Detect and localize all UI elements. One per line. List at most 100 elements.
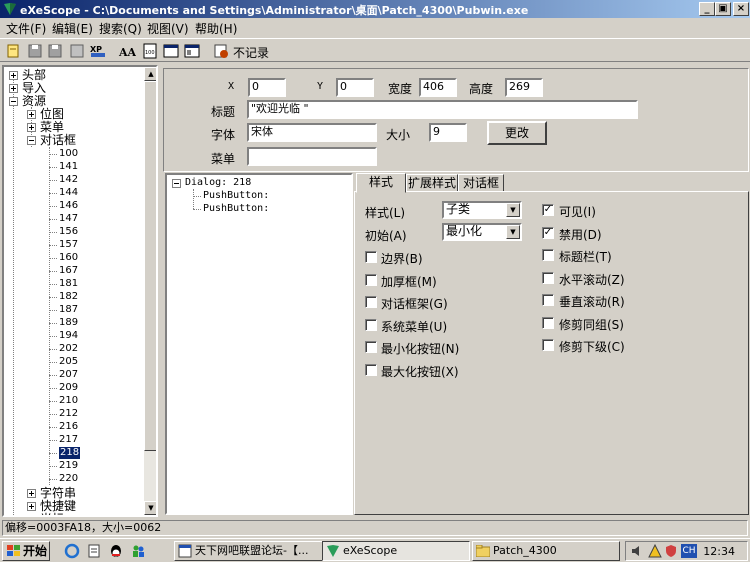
dialog-id-item[interactable]: 212 — [59, 408, 78, 420]
scroll-thumb[interactable] — [144, 81, 156, 451]
binary-icon[interactable]: 100 — [141, 42, 159, 60]
font-input[interactable]: 宋体 — [247, 123, 377, 142]
dialog-id-item[interactable]: 167 — [59, 265, 78, 277]
task-exescope[interactable]: eXeScope — [322, 541, 470, 561]
style-checkbox-label[interactable]: 对话框架(G) — [381, 295, 448, 312]
dialog-id-item[interactable]: 194 — [59, 330, 78, 342]
menu-search[interactable]: 搜索(Q) — [99, 20, 142, 37]
y-input[interactable]: 0 — [336, 78, 374, 97]
menu-file[interactable]: 文件(F) — [6, 20, 46, 37]
dialog-id-item[interactable]: 209 — [59, 382, 78, 394]
open-file-icon[interactable] — [4, 42, 22, 60]
size-input[interactable]: 9 — [429, 123, 467, 142]
style-checkbox[interactable] — [542, 316, 554, 329]
dialog-root-node[interactable]: Dialog: 218 — [185, 177, 251, 188]
task-patch-folder[interactable]: Patch_4300 — [472, 541, 620, 561]
menu-help[interactable]: 帮助(H) — [195, 20, 237, 37]
notepad-icon[interactable] — [86, 543, 102, 559]
dropdown-arrow-icon[interactable]: ▼ — [506, 203, 520, 217]
dialog-id-item[interactable]: 146 — [59, 200, 78, 212]
tree-item-dialog[interactable]: 对话框 — [40, 134, 76, 147]
style-checkbox[interactable] — [365, 363, 377, 376]
save-icon[interactable] — [26, 42, 44, 60]
dialog-id-item[interactable]: 218 — [59, 447, 81, 459]
width-input[interactable]: 406 — [419, 78, 457, 97]
change-font-button[interactable]: 更改 — [487, 121, 547, 145]
collapse-icon[interactable] — [172, 179, 181, 188]
ime-indicator[interactable]: CH — [681, 544, 697, 558]
dropdown-arrow-icon[interactable]: ▼ — [506, 225, 520, 239]
style-checkbox-label[interactable]: 加厚框(M) — [381, 273, 437, 290]
dialog-editor-icon[interactable] — [162, 42, 180, 60]
resource-tree[interactable]: 头部 导入 资源 位图 菜单 对话框 100 141 142 144 146 147 156… — [2, 65, 158, 517]
style-checkbox[interactable] — [542, 339, 554, 351]
qq-icon[interactable] — [108, 543, 124, 559]
expand-icon[interactable] — [9, 71, 18, 80]
maximize-button[interactable]: ▣ — [715, 2, 731, 16]
style-checkbox[interactable] — [542, 271, 554, 284]
dialog-id-item[interactable]: 189 — [59, 317, 78, 329]
messenger-icon[interactable] — [130, 543, 146, 559]
start-button[interactable]: 开始 — [2, 541, 50, 561]
export-icon[interactable] — [68, 42, 86, 60]
dialog-id-item[interactable]: 216 — [59, 421, 78, 433]
dialog-id-item[interactable]: 181 — [59, 278, 78, 290]
dialog-id-item[interactable]: 160 — [59, 252, 78, 264]
style-checkbox[interactable]: ✓ — [542, 226, 554, 239]
menu-edit[interactable]: 编辑(E) — [52, 20, 93, 37]
dialog-id-item[interactable]: 144 — [59, 187, 78, 199]
dialog-id-item[interactable]: 207 — [59, 369, 78, 381]
scroll-up-arrow-icon[interactable]: ▲ — [144, 67, 156, 81]
dialog-id-item[interactable]: 147 — [59, 213, 78, 225]
control-node[interactable]: PushButton: — [203, 203, 269, 214]
dialog-id-item[interactable]: 220 — [59, 473, 78, 485]
title-bar[interactable]: eXeScope - C:\Documents and Settings\Adm… — [0, 0, 750, 18]
expand-icon[interactable] — [27, 502, 36, 511]
expand-icon[interactable] — [27, 489, 36, 498]
style-checkbox-label[interactable]: 标题栏(T) — [559, 248, 612, 265]
style-checkbox[interactable]: ✓ — [542, 204, 554, 216]
volume-icon[interactable] — [630, 544, 644, 558]
dialog-id-item[interactable]: 142 — [59, 174, 78, 186]
style-checkbox-label[interactable]: 可见(I) — [559, 203, 596, 220]
init-select[interactable]: 最小化 ▼ — [442, 223, 522, 241]
style-checkbox-label[interactable]: 边界(B) — [381, 250, 423, 267]
control-node[interactable]: PushButton: — [203, 190, 269, 201]
dialog-id-item[interactable]: 202 — [59, 343, 78, 355]
style-checkbox[interactable] — [365, 341, 377, 353]
tree-item-cursor[interactable]: 光标 — [40, 513, 64, 516]
style-checkbox[interactable] — [542, 249, 554, 261]
network-icon[interactable] — [648, 544, 662, 558]
shield-icon[interactable] — [664, 544, 678, 558]
style-checkbox-label[interactable]: 最大化按钮(X) — [381, 363, 459, 380]
no-record-toggle[interactable]: 不记录 — [233, 44, 269, 61]
scroll-down-arrow-icon[interactable]: ▼ — [144, 501, 156, 515]
record-icon[interactable] — [212, 42, 230, 60]
dialog-id-item[interactable]: 182 — [59, 291, 78, 303]
close-button[interactable]: × — [733, 2, 749, 16]
dialog-id-item[interactable]: 187 — [59, 304, 78, 316]
height-input[interactable]: 269 — [505, 78, 543, 97]
style-checkbox-label[interactable]: 禁用(D) — [559, 226, 602, 243]
style-checkbox[interactable] — [542, 294, 554, 306]
dialog-id-item[interactable]: 205 — [59, 356, 78, 368]
style-checkbox[interactable] — [365, 273, 377, 286]
expand-icon[interactable] — [27, 110, 36, 119]
style-checkbox-label[interactable]: 水平滚动(Z) — [559, 271, 625, 288]
tab-extended-style[interactable]: 扩展样式 — [406, 174, 458, 192]
minimize-button[interactable]: _ — [699, 2, 715, 16]
dialog-id-item[interactable]: 100 — [59, 148, 78, 160]
collapse-icon[interactable] — [27, 136, 36, 145]
tab-style[interactable]: 样式 — [356, 173, 406, 193]
dialog-id-item[interactable]: 217 — [59, 434, 78, 446]
menu-view[interactable]: 视图(V) — [147, 20, 189, 37]
tree-scrollbar[interactable]: ▲ ▼ — [144, 67, 156, 515]
style-checkbox[interactable] — [365, 318, 377, 331]
style-checkbox[interactable] — [365, 296, 377, 308]
x-input[interactable]: 0 — [248, 78, 286, 97]
dialog-control-tree[interactable]: Dialog: 218 PushButton: PushButton: — [165, 173, 353, 515]
title-input[interactable]: "欢迎光临 " — [247, 100, 638, 119]
task-forum-browser[interactable]: 天下网吧联盟论坛-【... — [174, 541, 338, 561]
dialog-id-item[interactable]: 156 — [59, 226, 78, 238]
dialog-id-item[interactable]: 210 — [59, 395, 78, 407]
